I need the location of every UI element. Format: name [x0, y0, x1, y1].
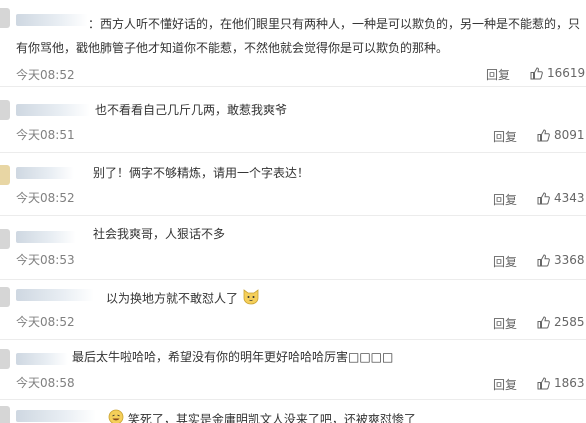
comment-text: 最后太牛啦哈哈，希望没有你的明年更好哈哈哈厉害□□□□	[72, 350, 394, 364]
like-button[interactable]: 3368	[537, 253, 585, 267]
comment-text: 别了！俩字不够精炼，请用一个字表达！	[93, 166, 310, 180]
divider	[0, 279, 586, 280]
laughing-face-icon	[108, 409, 124, 423]
like-count: 3368	[554, 253, 585, 267]
comment-item: 最后太牛啦哈哈，希望没有你的明年更好哈哈哈厉害□□□□ 今天08:58 回复 1…	[0, 341, 586, 403]
like-count: 2585	[554, 315, 585, 329]
thumbs-up-icon	[537, 315, 550, 328]
reply-button[interactable]: 回复	[493, 191, 517, 208]
comment-item: 别了！俩字不够精炼，请用一个字表达！ 今天08:52 回复 4343	[0, 153, 586, 216]
comment-item: ：西方人听不懂好话的，在他们眼里只有两种人，一种是可以欺负的，另一种是不能惹的，…	[0, 0, 586, 87]
thumbs-up-icon	[530, 66, 543, 79]
avatar[interactable]	[0, 165, 10, 185]
like-button[interactable]: 2585	[537, 315, 585, 329]
comment-text: 有你骂他，戳他肺管子他才知道你不能惹，不然他就会觉得你是可以欺负的那种。	[16, 41, 449, 55]
username-blurred[interactable]	[16, 289, 94, 301]
like-button[interactable]: 1863	[537, 376, 585, 390]
reply-button[interactable]: 回复	[493, 128, 517, 145]
comment-list: ：西方人听不懂好话的，在他们眼里只有两种人，一种是可以欺负的，另一种是不能惹的，…	[0, 0, 586, 423]
username-blurred[interactable]	[16, 167, 74, 179]
comment-time: 今天08:52	[16, 191, 75, 205]
username-blurred[interactable]	[16, 353, 68, 365]
divider	[0, 399, 586, 400]
like-count: 4343	[554, 191, 585, 205]
like-button[interactable]: 4343	[537, 191, 585, 205]
divider	[0, 215, 586, 216]
comment-text: 社会我爽哥，人狠话不多	[93, 227, 226, 241]
comment-text: ：西方人听不懂好话的，在他们眼里只有两种人，一种是可以欺负的，另一种是不能惹的，…	[88, 17, 581, 31]
comment-time: 今天08:51	[16, 128, 75, 142]
comment-item: 笑死了，其实是金庸明凯文人没来了吧，还被爽怼惨了	[0, 402, 586, 423]
reply-button[interactable]: 回复	[493, 376, 517, 393]
avatar[interactable]	[0, 229, 10, 249]
comment-time: 今天08:53	[16, 253, 75, 267]
comment-item: 也不看看自己几斤几两，敢惹我爽爷 今天08:51 回复 8091	[0, 88, 586, 153]
comment-time: 今天08:52	[16, 315, 75, 329]
avatar[interactable]	[0, 8, 10, 28]
divider	[0, 86, 586, 87]
avatar[interactable]	[0, 406, 10, 423]
cat-face-icon	[242, 287, 260, 311]
comment-text-content: 笑死了，其实是金庸明凯文人没来了吧，还被爽怼惨了	[127, 412, 416, 423]
username-blurred[interactable]	[16, 410, 96, 422]
comment-time: 今天08:58	[16, 376, 75, 390]
reply-button[interactable]: 回复	[493, 253, 517, 270]
avatar[interactable]	[0, 349, 10, 369]
thumbs-up-icon	[537, 376, 550, 389]
username-blurred[interactable]	[16, 231, 76, 243]
thumbs-up-icon	[537, 253, 550, 266]
comment-time: 今天08:52	[16, 68, 75, 82]
comment-text-content: 以为换地方就不敢怼人了	[106, 291, 239, 306]
like-count: 8091	[554, 128, 585, 142]
like-button[interactable]: 8091	[537, 128, 585, 142]
reply-button[interactable]: 回复	[486, 66, 510, 83]
like-button[interactable]: 16619	[530, 66, 585, 80]
like-count: 16619	[547, 66, 586, 80]
comment-text: 也不看看自己几斤几两，敢惹我爽爷	[95, 103, 288, 117]
username-blurred[interactable]	[16, 14, 88, 26]
like-count: 1863	[554, 376, 585, 390]
comment-item: 以为换地方就不敢怼人了 今天08:52 回复 2585	[0, 281, 586, 343]
comment-item: 社会我爽哥，人狠话不多 今天08:53 回复 3368	[0, 217, 586, 280]
reply-button[interactable]: 回复	[493, 315, 517, 332]
username-blurred[interactable]	[16, 104, 90, 116]
thumbs-up-icon	[537, 191, 550, 204]
comment-text: 以为换地方就不敢怼人了	[106, 287, 260, 311]
avatar[interactable]	[0, 287, 10, 307]
avatar[interactable]	[0, 100, 10, 120]
comment-text: 笑死了，其实是金庸明凯文人没来了吧，还被爽怼惨了	[108, 409, 416, 423]
divider	[0, 339, 586, 340]
thumbs-up-icon	[537, 128, 550, 141]
